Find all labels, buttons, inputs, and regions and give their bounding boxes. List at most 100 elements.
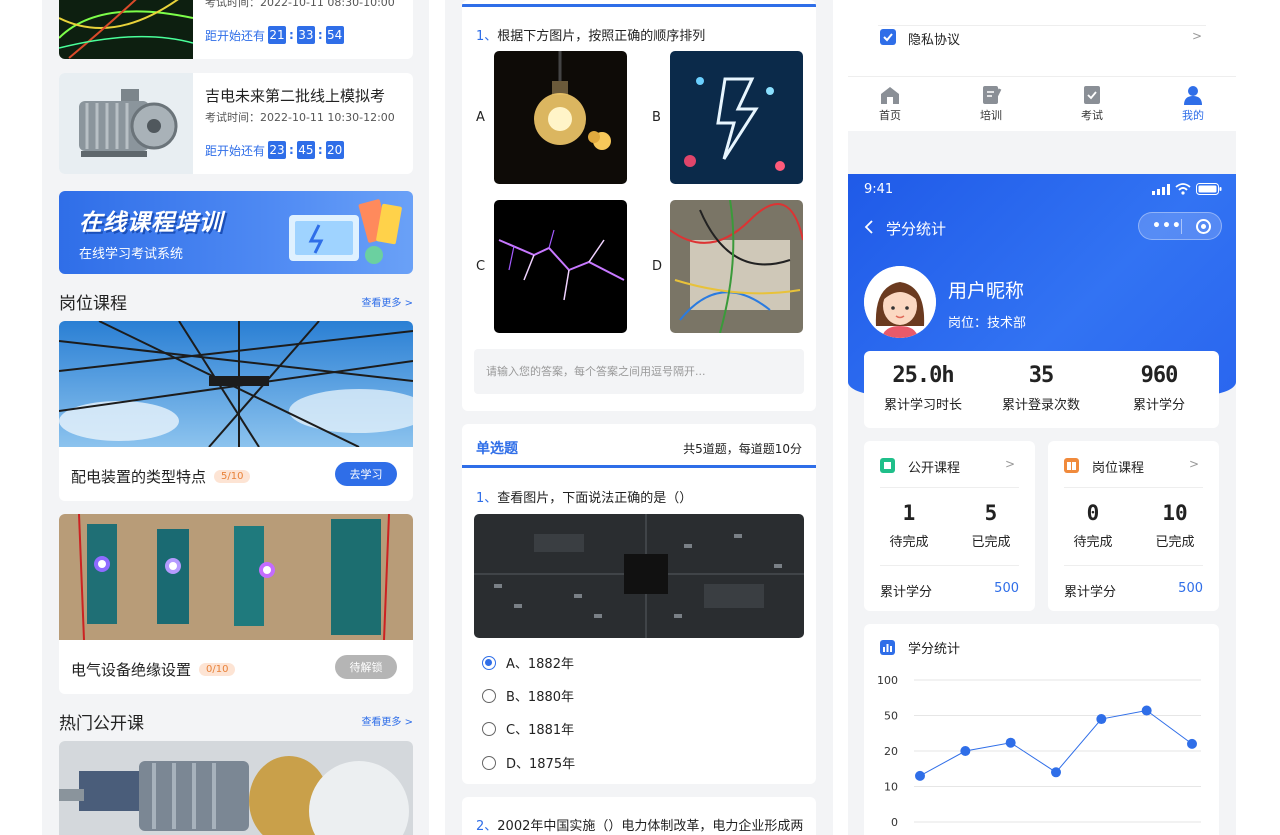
banner-subtitle: 在线学习考试系统 (79, 247, 184, 262)
question-number: 1、 (476, 491, 498, 506)
back-arrow-icon[interactable] (864, 219, 874, 238)
count-value: 0 (1086, 501, 1100, 525)
data-point (1187, 738, 1197, 749)
countdown-hours: 23 (268, 141, 287, 159)
course-progress-badge: 5/10 (214, 470, 251, 483)
question-stem: 根据下方图片，按照正确的顺序排列 (497, 29, 706, 44)
online-course-banner[interactable]: 在线课程培训 在线学习考试系统 (59, 191, 413, 274)
divider (880, 487, 1019, 488)
count-label: 已完成 (1155, 535, 1195, 550)
banner-title: 在线课程培训 (79, 210, 223, 236)
option-a[interactable]: A、1882年 (482, 653, 574, 672)
hot-courses-more-link[interactable]: 查看更多 > (361, 713, 413, 728)
post-courses-more-link[interactable]: 查看更多 > (361, 294, 413, 309)
home-icon (881, 87, 899, 104)
data-point (1051, 767, 1061, 778)
hot-course-card[interactable] (59, 741, 413, 835)
option-letter-a: A (476, 110, 485, 125)
data-point (1096, 714, 1107, 725)
radio-icon[interactable] (482, 721, 496, 736)
radio-icon[interactable] (482, 755, 496, 770)
todo-count: 0 待完成 (1053, 501, 1133, 550)
battery-icon (1196, 183, 1222, 195)
stat-study-hours: 25.0h 累计学习时长 (864, 363, 982, 413)
question-text: 2、2002年中国实施（）电力体制改革，电力企业形成两 (476, 815, 803, 834)
done-count: 5 已完成 (951, 501, 1031, 550)
credits-value: 500 (994, 581, 1019, 596)
exam-thumb-motor (59, 73, 193, 174)
option-img-lightning[interactable] (494, 200, 627, 333)
y-tick-label: 0 (891, 816, 898, 829)
option-b[interactable]: B、1880年 (482, 686, 574, 705)
menu-row-privacy[interactable]: 隐私协议 > (848, 14, 1236, 62)
hot-course-img-motor (59, 741, 413, 835)
close-target-icon[interactable] (1196, 219, 1211, 234)
option-label: A、1882年 (506, 657, 574, 672)
public-course-stats-card[interactable]: 公开课程 > 1 待完成 5 已完成 累计学分 500 (864, 441, 1035, 611)
course-img-power-lines (59, 321, 413, 447)
single-choice-underline (462, 465, 816, 468)
exam-thumb-light-trails (59, 0, 193, 59)
countdown-seconds: 20 (325, 141, 344, 159)
radio-checked-icon[interactable] (482, 655, 496, 670)
countdown-minutes: 33 (296, 26, 315, 44)
locked-button[interactable]: 待解锁 (335, 655, 397, 679)
course-img-circuit-boards (59, 514, 413, 640)
exam-card-1[interactable]: 考试时间：2022-10-11 08:30-10:00 距开始还有 21: 33… (59, 0, 413, 59)
radio-icon[interactable] (482, 688, 496, 703)
option-img-breadboard[interactable] (670, 200, 803, 333)
chevron-right-icon: > (1191, 29, 1202, 43)
countdown-minutes: 45 (296, 141, 315, 159)
exam-card-2[interactable]: 吉电未来第二批线上模拟考 考试时间：2022-10-11 10:30-12:00… (59, 73, 413, 174)
count-label: 已完成 (971, 535, 1011, 550)
data-point (915, 770, 925, 781)
option-c[interactable]: C、1881年 (482, 719, 574, 738)
count-label: 待完成 (889, 535, 929, 550)
data-point (1141, 705, 1152, 716)
stat-login-count: 35 累计登录次数 (982, 363, 1100, 413)
option-img-neon-bolt[interactable] (670, 51, 803, 184)
menu-divider (878, 25, 1206, 26)
y-tick-label: 50 (884, 710, 898, 723)
y-tick-label: 10 (884, 781, 898, 794)
option-img-bulb[interactable] (494, 51, 627, 184)
option-letter-c: C (476, 259, 486, 274)
tab-training[interactable]: 培训 (961, 85, 1021, 123)
training-icon (983, 86, 1002, 104)
credits-label: 累计学分 (1064, 585, 1117, 600)
option-label: D、1875年 (506, 757, 576, 772)
tab-exam[interactable]: 考试 (1062, 85, 1122, 123)
more-dots-icon[interactable]: ••• (1152, 218, 1182, 234)
divider (880, 565, 1019, 566)
public-course-icon (880, 458, 895, 473)
option-d[interactable]: D、1875年 (482, 753, 575, 772)
answer-input[interactable] (474, 349, 804, 394)
credits-value: 500 (1178, 581, 1203, 596)
profile-screen-column: 隐私协议 > 首页 培训 考试 我的 9:41 学分统计 ••• 用户昵称 岗位… (848, 0, 1236, 835)
option-label: C、1881年 (506, 723, 575, 738)
shield-check-icon (880, 29, 896, 45)
tab-bar: 首页 培训 考试 我的 (848, 76, 1236, 131)
course-progress-badge: 0/10 (199, 663, 236, 676)
stat-value: 35 (1028, 363, 1055, 388)
go-study-button[interactable]: 去学习 (335, 462, 397, 486)
course-name: 电气设备绝缘设置 0/10 (71, 659, 236, 680)
divider (1064, 565, 1203, 566)
tab-home[interactable]: 首页 (860, 85, 920, 123)
option-letter-d: D (652, 259, 663, 274)
option-letter-b: B (652, 110, 661, 125)
y-tick-label: 20 (884, 745, 898, 758)
course-card-2[interactable]: 电气设备绝缘设置 0/10 待解锁 (59, 514, 413, 694)
question-card-2: 2、2002年中国实施（）电力体制改革，电力企业形成两 (462, 797, 816, 835)
tab-mine[interactable]: 我的 (1163, 85, 1223, 123)
mini-program-capsule: ••• (1138, 212, 1222, 240)
course-card-1[interactable]: 配电装置的类型特点 5/10 去学习 (59, 321, 413, 501)
signal-icon (1152, 183, 1170, 195)
avatar[interactable] (864, 266, 936, 338)
question-img-pcb (474, 514, 804, 638)
single-choice-info: 共5道题，每道题10分 (683, 442, 802, 456)
post-course-stats-card[interactable]: 岗位课程 > 0 待完成 10 已完成 累计学分 500 (1048, 441, 1219, 611)
option-label: B、1880年 (506, 690, 575, 705)
nav-title: 学分统计 (886, 220, 947, 238)
count-value: 5 (984, 501, 998, 525)
